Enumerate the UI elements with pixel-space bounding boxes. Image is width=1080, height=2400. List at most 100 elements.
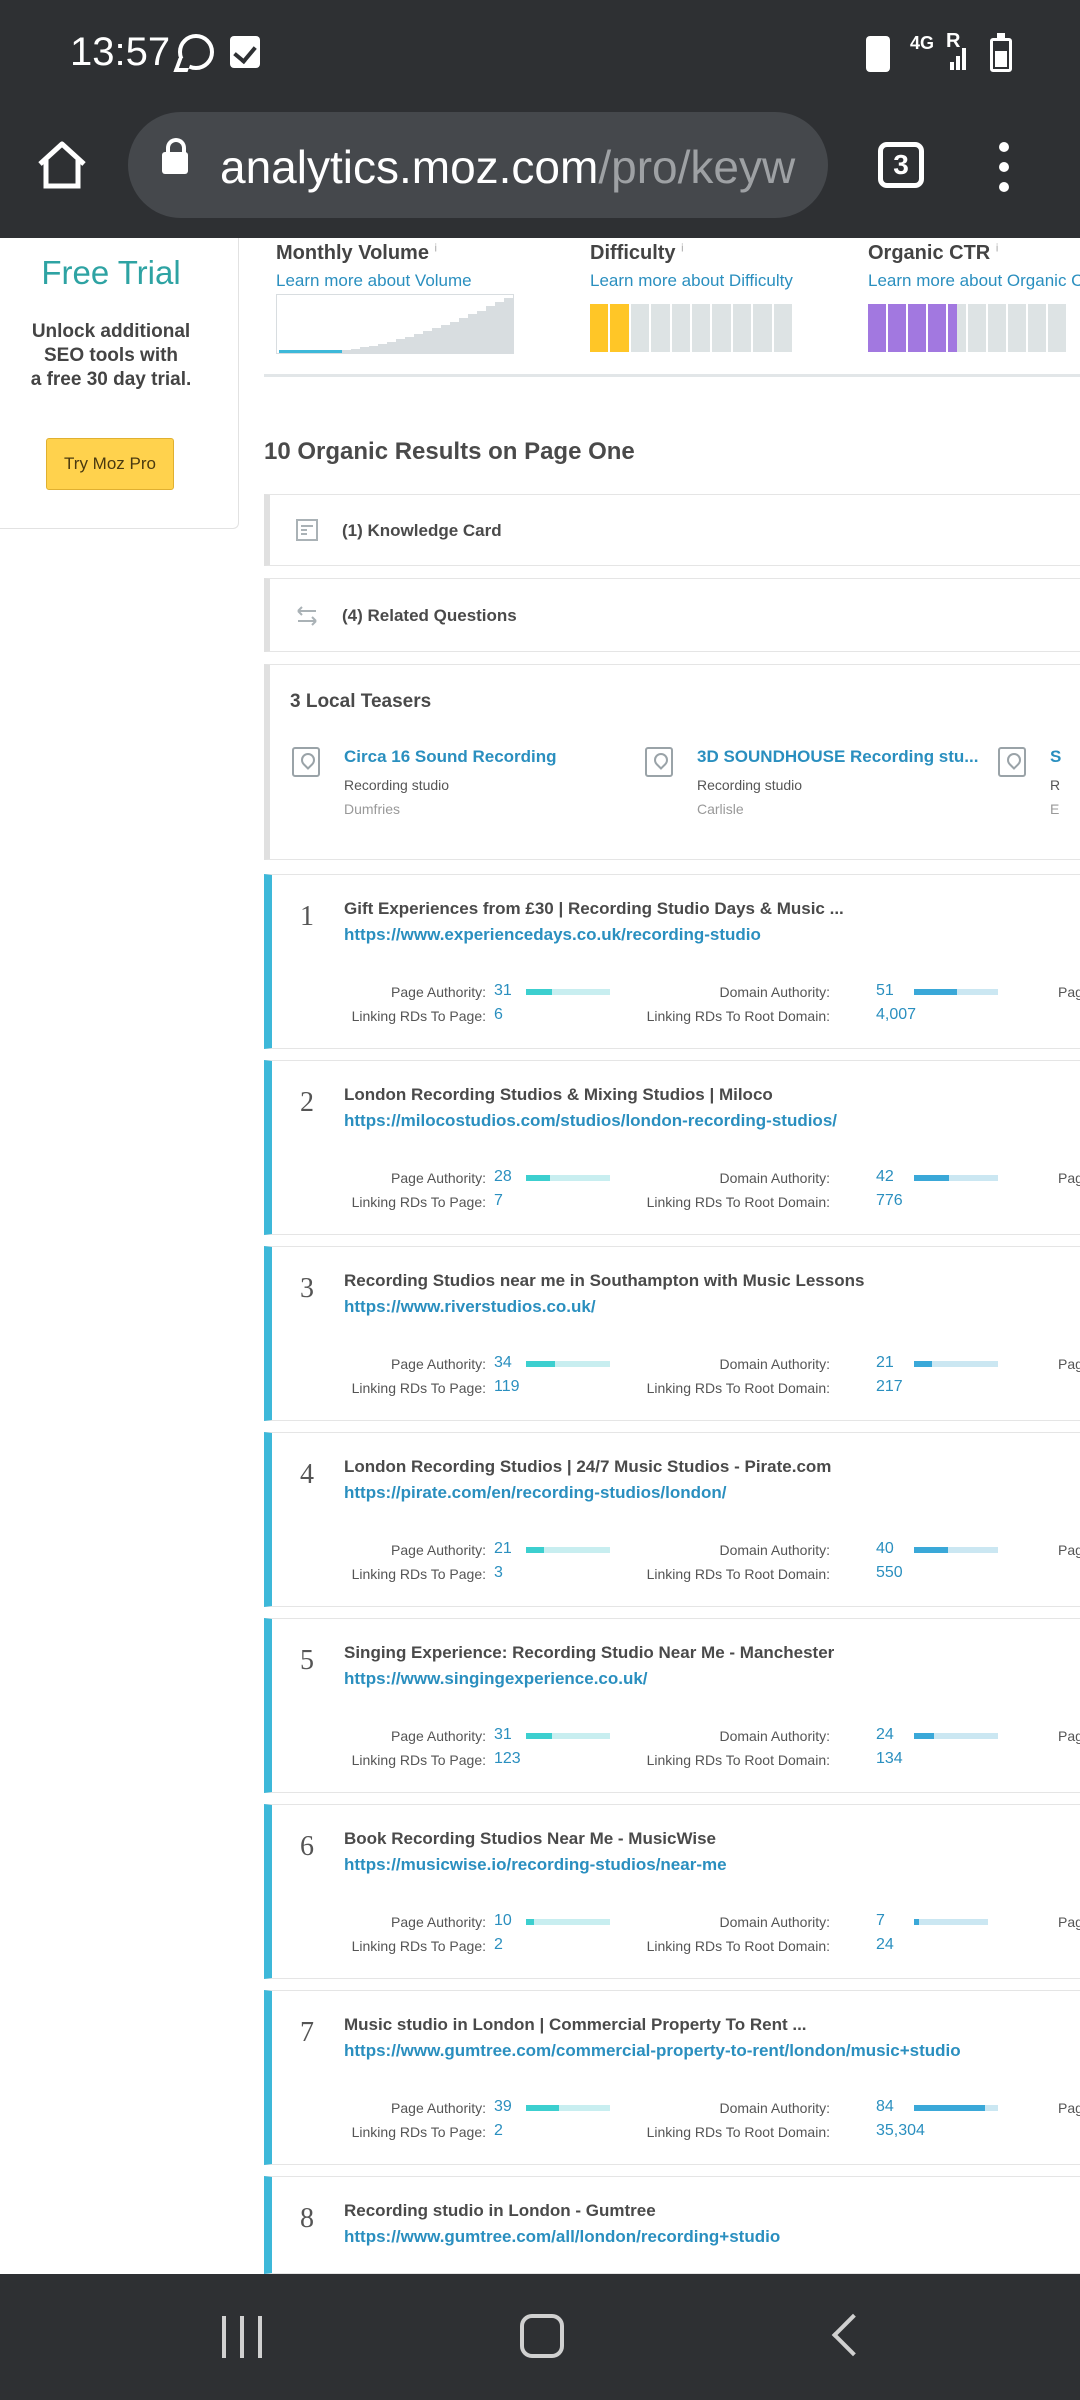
difficulty-metric: Difficulty i Learn more about Difficulty (590, 242, 793, 291)
map-pin-icon (645, 747, 673, 777)
result-card[interactable]: 2 London Recording Studios & Mixing Studi… (264, 1060, 1080, 1235)
truncated-label: Pag (1058, 2100, 1080, 2116)
more-menu-icon[interactable] (996, 142, 1012, 192)
trial-line: SEO tools with (43, 345, 179, 366)
result-card[interactable]: 8 Recording studio in London - Gumtree htt… (264, 2176, 1080, 2274)
difficulty-segment (610, 304, 629, 352)
organic-ctr-metric: Organic CTR i Learn more about Organic C… (868, 242, 1080, 291)
volume-bar (396, 339, 405, 353)
result-card[interactable]: 4 London Recording Studios | 24/7 Music S… (264, 1432, 1080, 1607)
domain-authority-value: 51 (876, 982, 894, 999)
result-title: Gift Experiences from £30 | Recording St… (344, 899, 844, 918)
volume-bar (369, 346, 378, 353)
result-title: Music studio in London | Commercial Prop… (344, 2015, 807, 2034)
result-rank: 8 (300, 2203, 314, 2234)
domain-authority-label: Domain Authority: (719, 2100, 831, 2116)
difficulty-segment (590, 304, 609, 352)
volume-bar (306, 350, 315, 353)
page-authority-bar (526, 1919, 610, 1925)
home-nav-icon[interactable] (520, 2314, 564, 2358)
linking-rds-page-value: 6 (494, 1006, 503, 1023)
volume-bar (279, 350, 288, 353)
domain-authority-label: Domain Authority: (719, 984, 831, 1000)
linking-rds-page-value: 7 (494, 1192, 503, 1209)
knowledge-card-row[interactable]: (1) Knowledge Card (264, 494, 1080, 566)
linking-rds-page-label: Linking RDs To Page: (351, 1194, 486, 1210)
page-authority-bar-fill (526, 1361, 555, 1367)
teaser-name[interactable]: S (1050, 747, 1061, 767)
result-card[interactable]: 1 Gift Experiences from £30 | Recording S… (264, 874, 1080, 1049)
result-url-link[interactable]: https://www.singingexperience.co.uk/ (344, 1669, 648, 1689)
info-icon[interactable]: i (435, 242, 437, 254)
linking-rds-root-label: Linking RDs To Root Domain: (646, 1194, 830, 1210)
task-check-icon (230, 36, 260, 68)
linking-rds-page-value: 123 (494, 1750, 521, 1767)
volume-learn-more-link[interactable]: Learn more about Volume (276, 271, 472, 291)
difficulty-learn-more-link[interactable]: Learn more about Difficulty (590, 271, 793, 291)
info-icon[interactable]: i (996, 242, 998, 254)
difficulty-segment (671, 304, 691, 352)
status-time: 13:57 (70, 30, 171, 74)
result-url-link[interactable]: https://www.riverstudios.co.uk/ (344, 1297, 596, 1317)
volume-bar (324, 350, 333, 353)
domain-authority-label: Domain Authority: (719, 1542, 831, 1558)
result-card[interactable]: 7 Music studio in London | Commercial Pro… (264, 1990, 1080, 2165)
related-questions-row[interactable]: (4) Related Questions (264, 578, 1080, 652)
result-url-link[interactable]: https://milocostudios.com/studios/london… (344, 1111, 837, 1131)
info-icon[interactable]: i (681, 242, 683, 254)
try-moz-pro-button[interactable]: Try Moz Pro (46, 438, 174, 490)
result-card[interactable]: 6 Book Recording Studios Near Me - MusicW… (264, 1804, 1080, 1979)
domain-authority-bar (914, 1547, 998, 1553)
back-icon[interactable] (831, 2313, 875, 2357)
linking-rds-page-value: 3 (494, 1564, 503, 1581)
volume-bar (459, 318, 468, 353)
trial-line: a free 30 day trial. (30, 369, 192, 390)
result-card[interactable]: 5 Singing Experience: Recording Studio Ne… (264, 1618, 1080, 1793)
recent-apps-icon[interactable] (222, 2316, 264, 2358)
domain-authority-bar-fill (914, 1919, 920, 1925)
ctr-segment (1008, 304, 1026, 352)
tab-switcher-button[interactable]: 3 (878, 142, 924, 188)
address-bar[interactable]: analytics.moz.com/pro/keyw (128, 112, 828, 218)
ctr-segment (888, 304, 906, 352)
local-teasers-panel: 3 Local Teasers Circa 16 Sound Recording… (264, 664, 1080, 860)
volume-bar (297, 350, 306, 353)
ctr-learn-more-link[interactable]: Learn more about Organic CTR (868, 271, 1080, 291)
ctr-segment (868, 304, 886, 352)
result-url-link[interactable]: https://musicwise.io/recording-studios/n… (344, 1855, 727, 1875)
result-url-link[interactable]: https://www.experiencedays.co.uk/recordi… (344, 925, 761, 945)
related-questions-label: (4) Related Questions (342, 606, 517, 625)
result-rank: 4 (300, 1459, 314, 1490)
result-card[interactable]: 3 Recording Studios near me in Southampto… (264, 1246, 1080, 1421)
home-icon[interactable] (36, 138, 88, 190)
page-authority-value: 10 (494, 1912, 512, 1929)
domain-authority-bar-fill (914, 1733, 935, 1739)
result-title: Singing Experience: Recording Studio Nea… (344, 1643, 835, 1662)
linking-rds-root-value: 24 (876, 1936, 894, 1953)
linking-rds-root-label: Linking RDs To Root Domain: (646, 1008, 830, 1024)
page-authority-label: Page Authority: (391, 2100, 486, 2116)
page-authority-label: Page Authority: (391, 1728, 486, 1744)
knowledge-card-label: (1) Knowledge Card (342, 521, 502, 540)
linking-rds-root-label: Linking RDs To Root Domain: (646, 1938, 830, 1954)
page-authority-bar (526, 1361, 610, 1367)
linking-rds-root-label: Linking RDs To Root Domain: (646, 2124, 830, 2140)
teaser-name[interactable]: Circa 16 Sound Recording (344, 747, 557, 767)
domain-authority-value: 42 (876, 1168, 894, 1185)
truncated-label: Pag (1058, 1728, 1080, 1744)
result-rank: 7 (300, 2017, 314, 2048)
url-path: /pro/keyw (598, 141, 796, 193)
teaser-name[interactable]: 3D SOUNDHOUSE Recording stu... (697, 747, 978, 767)
page-authority-value: 34 (494, 1354, 512, 1371)
page-authority-label: Page Authority: (391, 1542, 486, 1558)
url-host: analytics.moz.com (220, 141, 599, 193)
page-authority-bar-fill (526, 1919, 535, 1925)
ctr-segment (928, 304, 946, 352)
result-url-link[interactable]: https://www.gumtree.com/all/london/recor… (344, 2227, 780, 2247)
volume-bar (351, 349, 360, 353)
result-url-link[interactable]: https://www.gumtree.com/commercial-prope… (344, 2041, 961, 2061)
linking-rds-root-value: 4,007 (876, 1006, 917, 1023)
result-url-link[interactable]: https://pirate.com/en/recording-studios/… (344, 1483, 727, 1503)
divider (264, 374, 1080, 377)
domain-authority-label: Domain Authority: (719, 1356, 831, 1372)
